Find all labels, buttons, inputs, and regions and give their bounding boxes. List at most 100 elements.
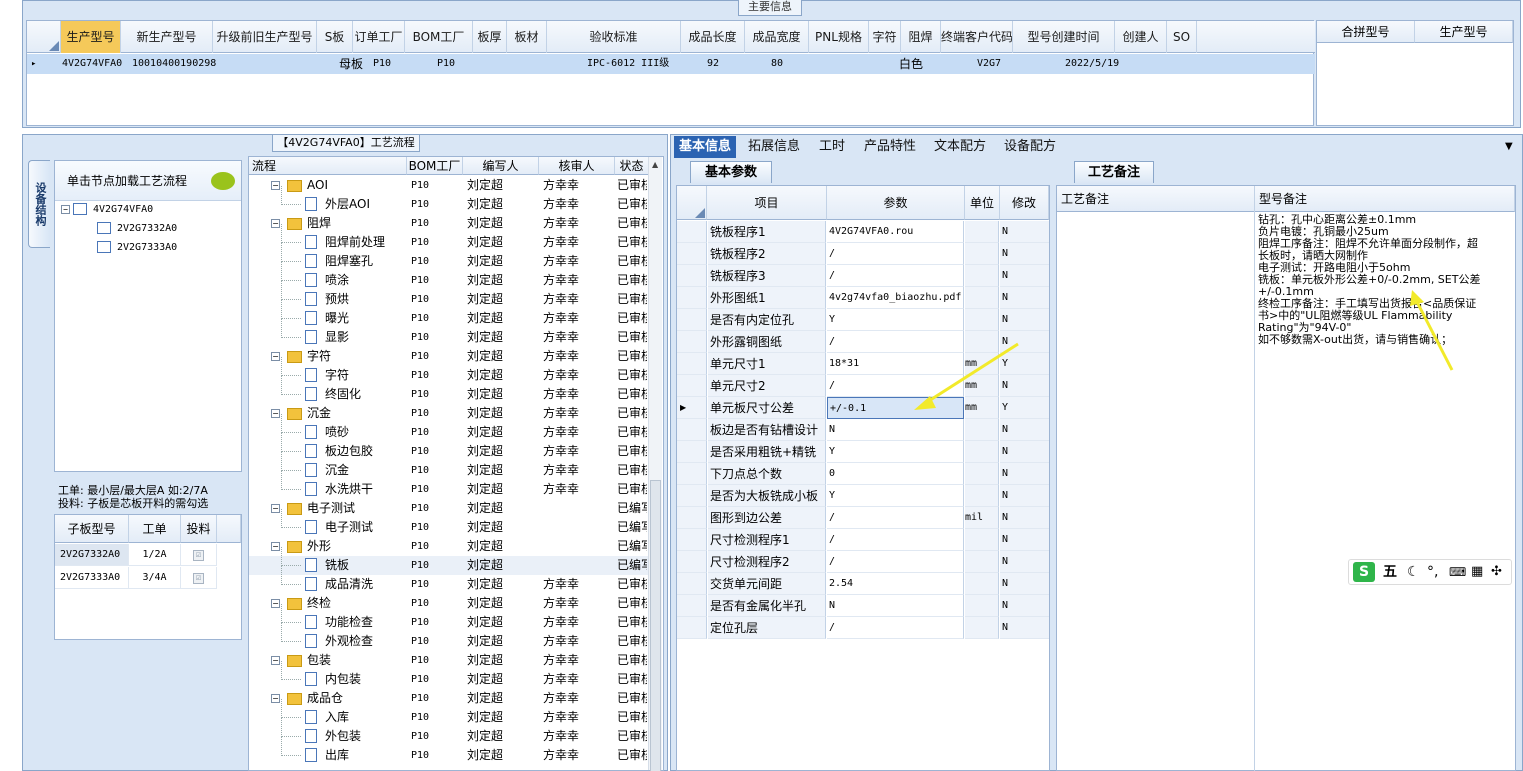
param-row[interactable]: 外形图纸1 4v2g74vfa0_biaozhu.pdf N	[677, 287, 1049, 309]
flow-row[interactable]: 曝光 P10 刘定超 方幸幸 已审核	[249, 300, 649, 328]
main-col-header[interactable]: SO	[1167, 21, 1197, 53]
flow-row[interactable]: 板边包胶 P10 刘定超 方幸幸 已审核	[249, 433, 649, 461]
flow-row[interactable]: 字符 P10 刘定超 方幸幸 已审核	[249, 357, 649, 385]
row-header[interactable]	[677, 221, 707, 243]
param-row[interactable]: 铣板程序1 4V2G74VFA0.rou N	[677, 221, 1049, 243]
cell-order-factory[interactable]: P10	[373, 54, 413, 74]
param-row[interactable]: 铣板程序3/ N	[677, 265, 1049, 287]
row-header[interactable]	[677, 287, 707, 309]
row-header[interactable]	[677, 551, 707, 573]
flow-row[interactable]: 入库 P10 刘定超 方幸幸 已审核	[249, 699, 649, 727]
model-note-text[interactable]: 钻孔：孔中心距离公差±0.1mm 负片电镀：孔铜最小25um 阻焊工序备注：阻焊不允…	[1258, 214, 1504, 346]
param-modify[interactable]: N	[1000, 243, 1049, 265]
main-col-header[interactable]: PNL规格	[809, 21, 869, 53]
main-col-header[interactable]: 成品宽度	[745, 21, 809, 53]
param-value[interactable]: /	[827, 551, 964, 573]
param-modify[interactable]: Y	[1000, 397, 1049, 419]
param-row[interactable]: 交货单元间距 2.54 N	[677, 573, 1049, 595]
main-col-header[interactable]: 创建人	[1115, 21, 1167, 53]
row-header[interactable]	[677, 529, 707, 551]
main-col-header[interactable]: BOM工厂	[405, 21, 473, 53]
flow-row[interactable]: 内包装 P10 刘定超 方幸幸 已审核	[249, 661, 649, 689]
main-col-header[interactable]: 订单工厂	[353, 21, 405, 53]
flow-row[interactable]: 出库 P10 刘定超 方幸幸 已审核	[249, 737, 649, 765]
collapse-icon[interactable]: −	[271, 352, 280, 361]
ime-mode-label[interactable]: 五	[1383, 560, 1397, 584]
row-header[interactable]	[677, 617, 707, 639]
tab-basic-info[interactable]: 基本信息	[674, 136, 736, 158]
main-grid-row[interactable]: ▸ 4V2G74VFA0 10010400190298 母板 P10 P10 I…	[27, 54, 1315, 74]
toolbox-icon[interactable]: ▦	[1471, 560, 1483, 584]
tab-man-hour[interactable]: 工时	[812, 136, 852, 158]
param-corner[interactable]	[677, 186, 707, 220]
collapse-icon[interactable]: −	[271, 656, 280, 665]
param-value[interactable]: /	[827, 617, 964, 639]
flow-row[interactable]: 成品清洗 P10 刘定超 方幸幸 已审核	[249, 566, 649, 594]
param-modify[interactable]: N	[1000, 595, 1049, 617]
param-value[interactable]: Y	[827, 485, 964, 507]
param-modify[interactable]: N	[1000, 309, 1049, 331]
flow-row[interactable]: − 电子测试 P10 刘定超 已编写	[249, 499, 649, 518]
row-header[interactable]	[677, 573, 707, 595]
main-col-header[interactable]: 升级前旧生产型号	[213, 21, 317, 53]
param-row[interactable]: 是否采用粗铣+精铣 Y N	[677, 441, 1049, 463]
main-col-header[interactable]: 验收标准	[547, 21, 681, 53]
param-value[interactable]: Y	[827, 309, 964, 331]
param-modify[interactable]: N	[1000, 485, 1049, 507]
row-header[interactable]	[677, 375, 707, 397]
param-row[interactable]: 下刀点总个数 0 N	[677, 463, 1049, 485]
tree-root[interactable]: − 4V2G74VFA0	[61, 201, 153, 219]
row-header[interactable]	[677, 463, 707, 485]
cell-prod-model[interactable]: 4V2G74VFA0	[62, 54, 130, 74]
main-col-header[interactable]: 阻焊	[901, 21, 941, 53]
param-row[interactable]: 是否有内定位孔 Y N	[677, 309, 1049, 331]
flow-row[interactable]: 阻焊前处理 P10 刘定超 方幸幸 已审核	[249, 224, 649, 252]
main-col-header[interactable]: 板材	[507, 21, 547, 53]
main-col-header[interactable]: 字符	[869, 21, 901, 53]
param-modify[interactable]: N	[1000, 221, 1049, 243]
flow-row[interactable]: − 字符 P10 刘定超 方幸幸 已审核	[249, 347, 649, 366]
flow-col-name[interactable]: 流程	[249, 157, 407, 175]
merge-model-grid[interactable]: 合拼型号 生产型号	[1316, 20, 1514, 126]
collapse-icon[interactable]: −	[271, 409, 280, 418]
param-modify[interactable]: Y	[1000, 353, 1049, 375]
flow-row[interactable]: 外包装 P10 刘定超 方幸幸 已审核	[249, 718, 649, 746]
param-value[interactable]: 2.54	[827, 573, 964, 595]
collapse-icon[interactable]: −	[61, 204, 70, 214]
feed-checkbox[interactable]: ☑	[193, 550, 204, 561]
select-all-corner[interactable]	[27, 21, 61, 53]
collapse-icon[interactable]: −	[271, 181, 280, 190]
param-modify[interactable]: N	[1000, 551, 1049, 573]
feed-checkbox[interactable]: ☑	[193, 573, 204, 584]
flow-row[interactable]: − 包装 P10 刘定超 方幸幸 已审核	[249, 651, 649, 670]
flow-row[interactable]: 功能检查 P10 刘定超 方幸幸 已审核	[249, 604, 649, 632]
flow-row[interactable]: − 终检 P10 刘定超 方幸幸 已审核	[249, 594, 649, 613]
flow-col-writer[interactable]: 编写人	[463, 157, 539, 175]
flow-row[interactable]: − 成品仓 P10 刘定超 方幸幸 已审核	[249, 689, 649, 708]
param-row[interactable]: 尺寸检测程序1/ N	[677, 529, 1049, 551]
sub-col-feed[interactable]: 投料	[181, 515, 217, 543]
flow-row[interactable]: 水洗烘干 P10 刘定超 方幸幸 已审核	[249, 471, 649, 499]
tab-ext-info[interactable]: 拓展信息	[742, 136, 806, 158]
param-modify[interactable]: N	[1000, 331, 1049, 353]
merge-col-header[interactable]: 合拼型号	[1317, 21, 1415, 43]
keyboard-icon[interactable]: ⌨	[1449, 560, 1466, 584]
param-value[interactable]: /	[827, 529, 964, 551]
param-row[interactable]: 单元尺寸2/mm N	[677, 375, 1049, 397]
row-header[interactable]	[677, 507, 707, 529]
cell-width[interactable]: 80	[771, 54, 811, 74]
param-modify[interactable]: N	[1000, 463, 1049, 485]
param-value[interactable]: +/-0.1	[827, 397, 964, 419]
flow-row[interactable]: 沉金 P10 刘定超 方幸幸 已审核	[249, 452, 649, 480]
cell-character[interactable]: 白色	[899, 54, 929, 74]
param-col-value[interactable]: 参数	[827, 186, 965, 220]
param-row[interactable]: ▶ 单元板尺寸公差 +/-0.1 mm Y	[677, 397, 1049, 419]
cell-customer[interactable]: V2G7	[977, 54, 1017, 74]
tree-child[interactable]: 2V2G7333A0	[97, 239, 177, 257]
flow-col-factory[interactable]: BOM工厂	[407, 157, 463, 175]
punctuation-icon[interactable]: °,	[1427, 560, 1438, 584]
scroll-up-icon[interactable]: ▲	[652, 160, 658, 169]
row-header[interactable]	[677, 265, 707, 287]
param-value[interactable]: /	[827, 243, 964, 265]
flow-row[interactable]: 铣板 P10 刘定超 已编写	[249, 547, 649, 575]
